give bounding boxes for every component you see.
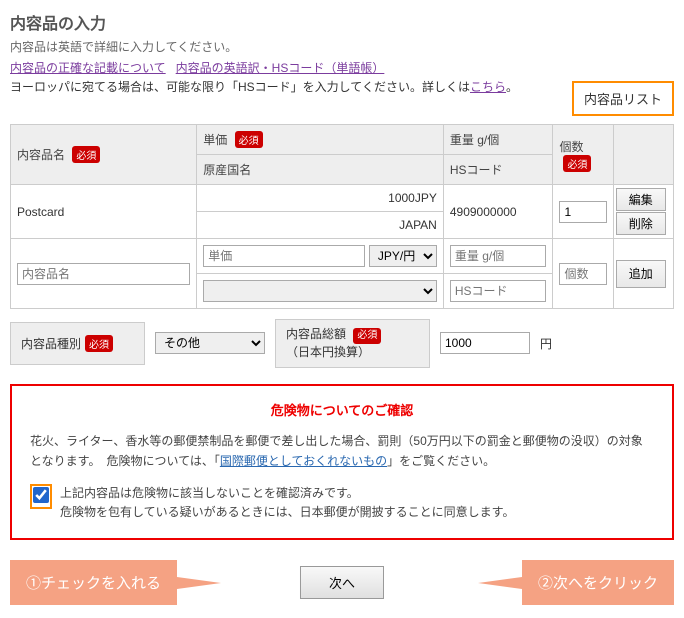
weight-input[interactable] — [450, 245, 547, 267]
next-button[interactable]: 次へ — [300, 566, 384, 599]
hazmat-checkbox[interactable] — [33, 487, 49, 503]
link-accurate-desc[interactable]: 内容品の正確な記載について — [10, 61, 166, 75]
cell-origin: JAPAN — [197, 212, 444, 239]
hazmat-check-line2: 危険物を包有している疑いがあるときには、日本郵便が開披することに同意します。 — [60, 503, 514, 522]
cell-hscode: 4909000000 — [443, 185, 553, 239]
hazmat-body2: 」をご覧ください。 — [387, 454, 495, 468]
summary-row: 内容品種別 必須 その他 内容品総額 必須 （日本円換算） 円 — [10, 319, 674, 368]
europe-note-b: 。 — [506, 80, 518, 94]
th-hscode: HSコード — [450, 163, 503, 177]
required-badge: 必須 — [85, 335, 113, 352]
price-input[interactable] — [203, 245, 365, 267]
th-qty: 個数 — [559, 140, 583, 154]
add-button[interactable]: 追加 — [616, 260, 666, 288]
new-qty-input[interactable] — [559, 263, 606, 285]
delete-button[interactable]: 削除 — [616, 212, 666, 235]
contents-list-button[interactable]: 内容品リスト — [572, 81, 674, 116]
total-label2: （日本円換算） — [286, 345, 370, 359]
origin-select[interactable] — [203, 280, 437, 302]
hazmat-link[interactable]: 国際郵便としておくれないもの — [220, 454, 387, 468]
europe-note-a: ヨーロッパに宛てる場合は、可能な限り「HSコード」を入力してください。詳しくは — [10, 80, 470, 94]
total-input[interactable] — [440, 332, 530, 354]
qty-input[interactable] — [559, 201, 606, 223]
callout-1: ①チェックを入れる — [10, 560, 177, 605]
yen-unit: 円 — [540, 335, 552, 352]
edit-button[interactable]: 編集 — [616, 188, 666, 211]
th-price: 単価 — [203, 133, 227, 147]
required-badge: 必須 — [353, 328, 381, 344]
contents-table: 内容品名 必須 単価 必須 重量 g/個 個数 必須 原産国名 HSコード Po… — [10, 124, 674, 309]
input-row: JPY/円 追加 — [11, 239, 674, 274]
required-badge: 必須 — [235, 131, 263, 148]
table-row: Postcard 1000JPY 4909000000 編集 削除 — [11, 185, 674, 212]
page-subtitle: 内容品は英語で詳細に入力してください。 — [10, 38, 674, 55]
hazmat-title: 危険物についてのご確認 — [30, 400, 654, 419]
name-input[interactable] — [17, 263, 190, 285]
th-origin: 原産国名 — [203, 163, 251, 177]
cell-name: Postcard — [11, 185, 197, 239]
required-badge: 必須 — [563, 155, 591, 172]
kind-label: 内容品種別 — [21, 335, 81, 352]
th-name: 内容品名 — [17, 148, 65, 162]
th-weight: 重量 g/個 — [450, 133, 499, 147]
kind-select[interactable]: その他 — [155, 332, 265, 354]
callout-2: ②次へをクリック — [522, 560, 674, 605]
arrow-right-icon — [177, 577, 221, 589]
currency-select[interactable]: JPY/円 — [369, 245, 437, 267]
hazmat-check-line1: 上記内容品は危険物に該当しないことを確認済みです。 — [60, 484, 514, 503]
cell-price: 1000JPY — [197, 185, 444, 212]
europe-link[interactable]: こちら — [470, 80, 506, 94]
page-title: 内容品の入力 — [10, 10, 674, 34]
link-hscode-dict[interactable]: 内容品の英語訳・HSコード（単語帳） — [176, 61, 385, 75]
required-badge: 必須 — [72, 146, 100, 163]
hazmat-panel: 危険物についてのご確認 花火、ライター、香水等の郵便禁制品を郵便で差し出した場合… — [10, 384, 674, 540]
total-label1: 内容品総額 — [286, 327, 346, 341]
arrow-left-icon — [478, 577, 522, 589]
hscode-input[interactable] — [450, 280, 547, 302]
